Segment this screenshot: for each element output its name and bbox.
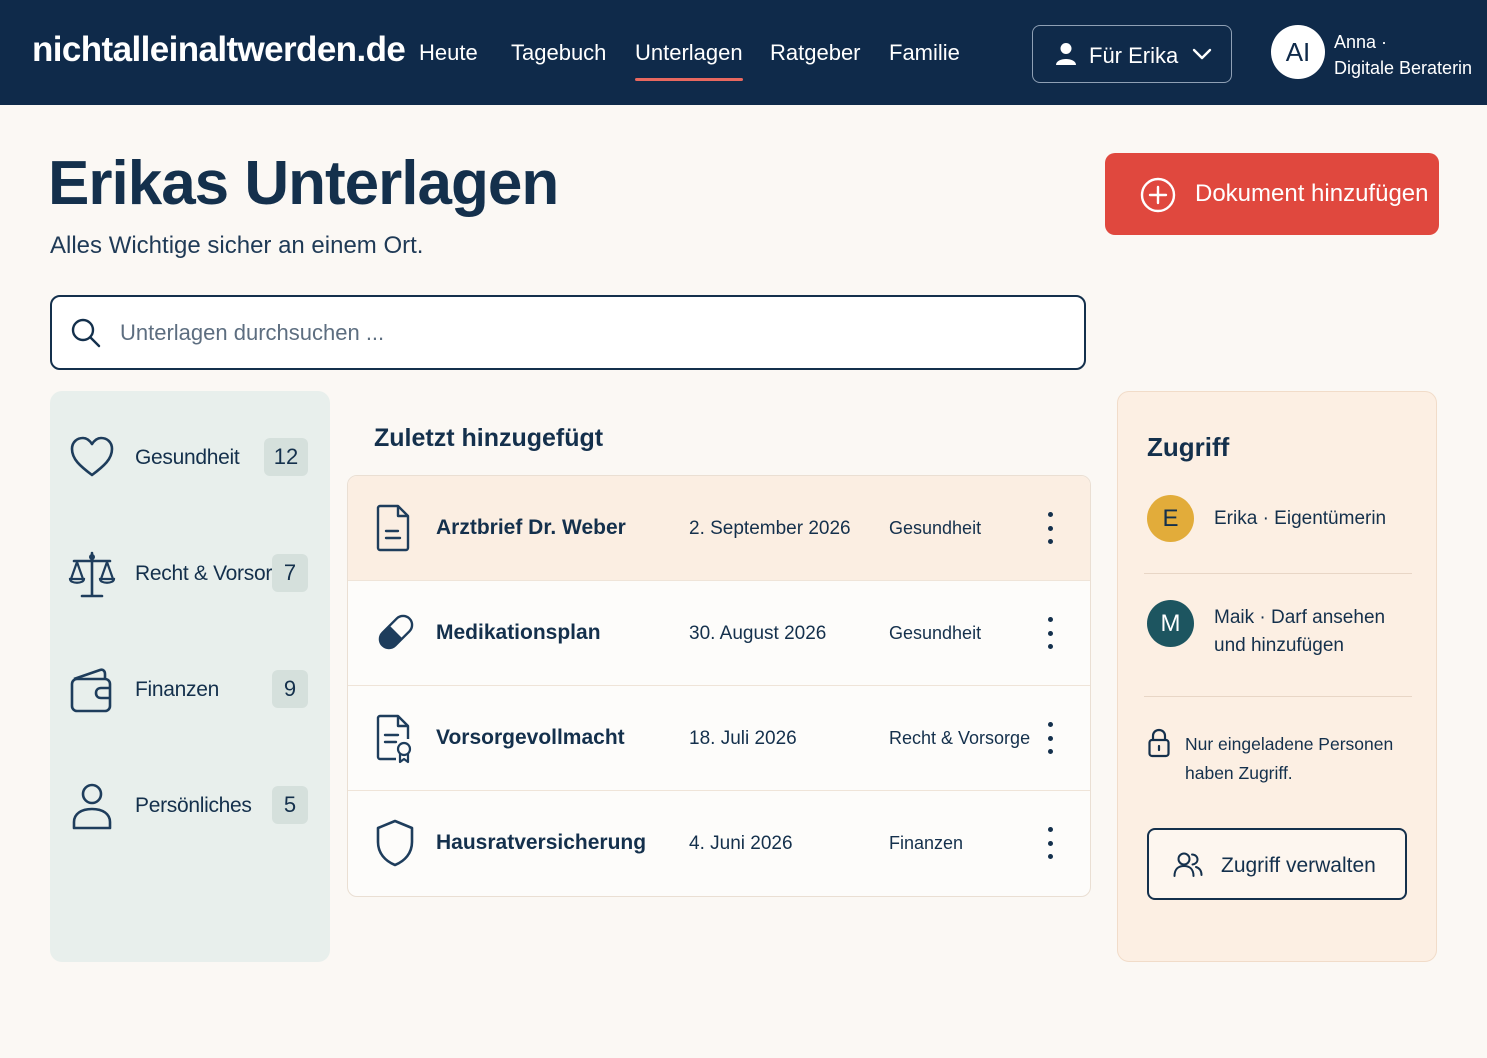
- category-label: Finanzen: [135, 678, 219, 701]
- more-options-icon[interactable]: [1042, 827, 1058, 859]
- document-category: Finanzen: [889, 833, 964, 853]
- chevron-down-icon: [1191, 46, 1213, 67]
- document-icon: [374, 503, 414, 558]
- document-category: Recht & Vorsorge: [889, 728, 1031, 748]
- document-category: Gesundheit: [889, 623, 982, 643]
- access-panel: Zugriff E Erika · Eigentümerin M Maik · …: [1117, 391, 1437, 962]
- access-note: Nur eingeladene Personen haben Zugriff.: [1185, 734, 1394, 783]
- category-count-badge: 9: [272, 670, 308, 708]
- member-maik-line2: und hinzufügen: [1214, 635, 1344, 656]
- manage-access-label: Zugriff verwalten: [1221, 854, 1376, 877]
- page-title: Erikas Unterlagen: [48, 149, 559, 218]
- member-maik-text: Maik · Darf ansehen und hinzufügen: [1214, 604, 1385, 660]
- document-date: 18. Juli 2026: [689, 728, 797, 749]
- document-row-medikationsplan[interactable]: Medikationsplan 30. August 2026 Gesundhe…: [348, 581, 1090, 686]
- more-options-icon[interactable]: [1042, 512, 1058, 544]
- site-logo[interactable]: nichtalleinaltwerden.de: [32, 30, 406, 70]
- document-date: 2. September 2026: [689, 518, 851, 539]
- document-row-hausratversicherung[interactable]: Hausratversicherung 4. Juni 2026 Finanze…: [348, 791, 1090, 896]
- document-name: Arztbrief Dr. Weber: [436, 516, 626, 539]
- wallet-icon: [68, 665, 116, 720]
- category-recht-vorsorge[interactable]: Recht & Vorsorge 7: [50, 535, 330, 615]
- document-name: Medikationsplan: [436, 621, 601, 644]
- person-selector-dropdown[interactable]: Für Erika: [1032, 25, 1232, 83]
- document-row-vorsorgevollmacht[interactable]: Vorsorgevollmacht 18. Juli 2026 Recht & …: [348, 686, 1090, 791]
- category-sidebar: Gesundheit 12 Recht & Vorsorge 7 Finanze…: [50, 391, 330, 962]
- add-document-button[interactable]: Dokument hinzufügen: [1105, 153, 1439, 235]
- heart-icon: [68, 433, 116, 486]
- nav-ratgeber[interactable]: Ratgeber: [770, 40, 861, 66]
- category-finanzen[interactable]: Finanzen 9: [50, 651, 330, 731]
- user-icon: [1055, 42, 1077, 71]
- search-input[interactable]: [120, 317, 1020, 349]
- shield-icon: [374, 818, 416, 873]
- document-date: 4. Juni 2026: [689, 833, 793, 854]
- recent-documents-heading: Zuletzt hinzugefügt: [374, 424, 604, 452]
- divider: [1144, 573, 1412, 574]
- member-erika-text: Erika · Eigentümerin: [1214, 508, 1387, 529]
- user-name: Anna ·: [1334, 32, 1388, 52]
- search-bar: [50, 295, 1086, 370]
- document-row-arztbrief[interactable]: Arztbrief Dr. Weber 2. September 2026 Ge…: [348, 476, 1090, 581]
- category-count-badge: 5: [272, 786, 308, 824]
- nav-heute[interactable]: Heute: [419, 40, 478, 66]
- document-date: 30. August 2026: [689, 623, 827, 644]
- manage-access-button[interactable]: Zugriff verwalten: [1147, 828, 1407, 900]
- person-icon: [68, 781, 116, 838]
- add-document-label: Dokument hinzufügen: [1195, 180, 1429, 207]
- member-maik-line1: Maik · Darf ansehen: [1214, 607, 1386, 628]
- users-icon: [1173, 851, 1203, 884]
- category-persoenliches[interactable]: Persönliches 5: [50, 767, 330, 847]
- category-label: Recht & Vorsorge: [135, 562, 295, 585]
- category-label: Persönliches: [135, 794, 252, 817]
- recent-documents-list: Arztbrief Dr. Weber 2. September 2026 Ge…: [347, 475, 1091, 897]
- top-navigation-bar: nichtalleinaltwerden.de Heute Tagebuch U…: [0, 0, 1487, 105]
- member-avatar-maik: M: [1147, 600, 1194, 647]
- category-count-badge: 7: [272, 554, 308, 592]
- nav-unterlagen[interactable]: Unterlagen: [635, 40, 743, 81]
- category-label: Gesundheit: [135, 446, 240, 469]
- category-gesundheit[interactable]: Gesundheit 12: [50, 419, 330, 499]
- category-count-badge: 12: [264, 438, 308, 476]
- access-title: Zugriff: [1147, 432, 1230, 462]
- person-selector-label: Für Erika: [1089, 43, 1179, 68]
- page-subtitle: Alles Wichtige sicher an einem Ort.: [50, 232, 424, 259]
- lock-icon: [1147, 727, 1171, 764]
- certificate-document-icon: [374, 713, 414, 770]
- scales-icon: [68, 549, 116, 606]
- user-avatar[interactable]: AI: [1271, 25, 1325, 79]
- more-options-icon[interactable]: [1042, 617, 1058, 649]
- more-options-icon[interactable]: [1042, 722, 1058, 754]
- nav-familie[interactable]: Familie: [889, 40, 960, 66]
- document-name: Hausratversicherung: [436, 831, 647, 854]
- document-category: Gesundheit: [889, 518, 982, 538]
- member-avatar-erika: E: [1147, 495, 1194, 542]
- user-role: Digitale Beraterin: [1334, 58, 1473, 78]
- pill-icon: [374, 608, 418, 661]
- divider: [1144, 696, 1412, 697]
- nav-tagebuch[interactable]: Tagebuch: [511, 40, 606, 66]
- document-name: Vorsorgevollmacht: [436, 726, 625, 749]
- search-icon: [70, 317, 102, 354]
- plus-circle-icon: [1140, 177, 1176, 218]
